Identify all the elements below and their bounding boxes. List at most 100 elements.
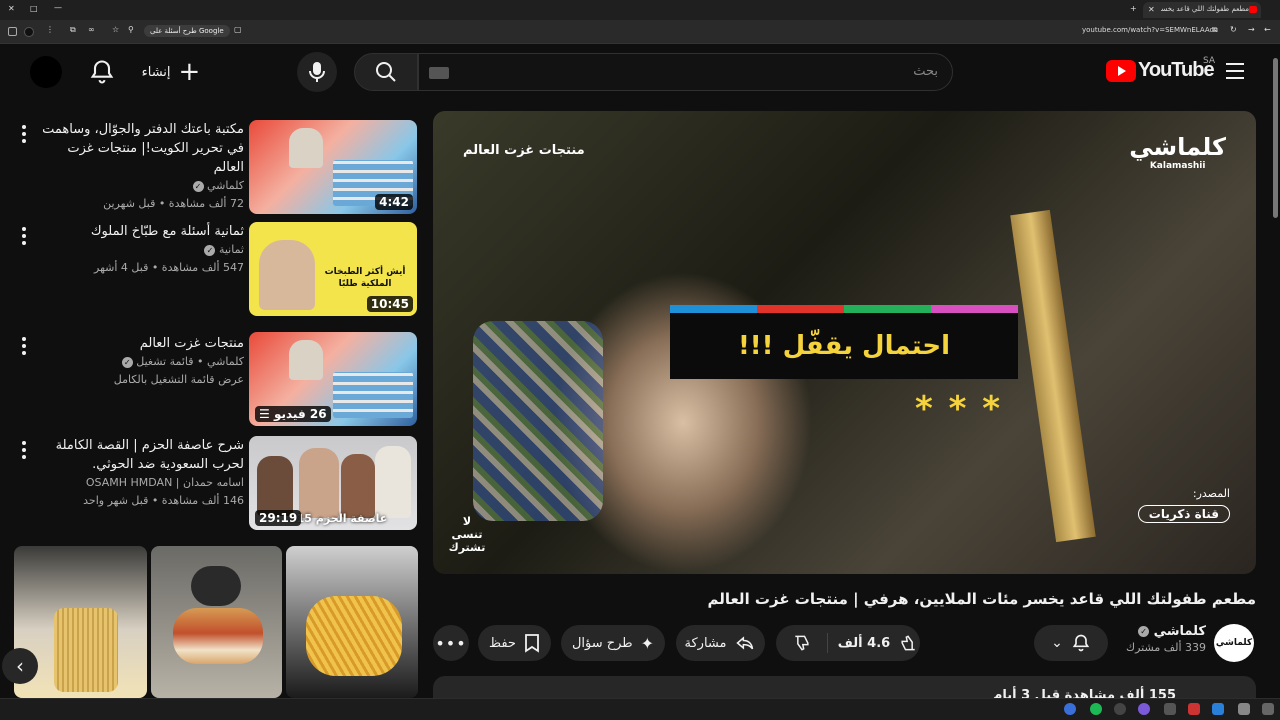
share-icon [736,636,754,650]
video-title-heading: مطعم طفولتك اللي قاعد يخسر مئات الملايين… [707,590,1256,608]
account-avatar[interactable] [30,56,62,88]
youtube-logo-icon[interactable] [1106,60,1136,82]
duration-badge: 4:42 [375,194,413,210]
noodles-image [54,608,118,692]
more-options-icon[interactable] [16,438,32,462]
mail-taskbar-icon[interactable] [1212,703,1224,715]
page-info-icon[interactable]: ▢ [234,25,242,34]
youtube-favicon-icon [1249,6,1257,13]
minimize-icon[interactable]: — [54,3,62,12]
browser-tab-bar: ✕ □ — + ✕ مطعم طفولتك اللي قاعد يخسر [0,0,1280,20]
settings-taskbar-icon[interactable] [1262,703,1274,715]
more-options-icon[interactable] [16,122,32,146]
video-thumbnail[interactable]: أيش أكثر الطبخات الملكية طلبًا 10:45 [249,222,417,316]
short-thumbnail-fries[interactable] [286,546,418,698]
voice-search-button[interactable] [297,52,337,92]
thumbnail-notebooks [333,372,413,418]
url-text[interactable]: youtube.com/watch?v=SEMWnELAAcs [1082,26,1217,34]
video-title[interactable]: مكتبة باعتك الدفتر والجوّال، وساهمت في ت… [38,120,244,177]
search-lens-icon[interactable]: ⚲ [128,25,134,34]
list-item[interactable]: شرح عاصفة الحزم | القصة الكاملة لحرب الس… [14,434,420,532]
playlist-title[interactable]: منتجات غزت العالم [38,334,244,353]
caption-box: احتمال يقفّل !!! [670,313,1018,379]
incognito-icon[interactable]: ∞ [88,25,95,34]
list-item[interactable]: ثمانية أسئلة مع طبّاخ الملوك ثمانية ✓ 54… [14,220,420,318]
ask-question-button[interactable]: طرح سؤال ✦ [561,625,665,661]
view-playlist-link[interactable]: عرض قائمة التشغيل بالكامل [38,371,244,389]
spotify-taskbar-icon[interactable] [1090,703,1102,715]
series-overlay-title: منتجات غزت العالم [463,143,585,158]
more-options-icon[interactable] [16,334,32,358]
short-thumbnail-burger[interactable] [151,546,282,698]
verified-icon: ✓ [192,180,204,192]
site-settings-icon[interactable]: ⧉ [1212,25,1218,35]
thumbnail-caption: أيش أكثر الطبخات الملكية طلبًا [324,267,406,289]
brand-latin: Kalamashii [1149,161,1206,171]
channel-avatar[interactable]: كلماشي [1214,624,1254,662]
app-taskbar-icon[interactable] [1114,703,1126,715]
share-button[interactable]: مشاركة [676,625,765,661]
back-icon[interactable]: ← [1264,25,1271,34]
hamburger-menu-icon[interactable] [1226,63,1244,79]
like-dislike-group: 4.6 ألف [776,625,920,661]
thumbnail-face [259,240,315,310]
save-button[interactable]: حفظ [478,625,551,661]
search-input[interactable]: بحث [418,53,953,91]
files-taskbar-icon[interactable] [1238,703,1250,715]
channel-name[interactable]: كلماشي [207,179,244,192]
discord-taskbar-icon[interactable] [1138,703,1150,715]
forward-icon[interactable]: → [1248,25,1255,34]
scrollbar-thumb[interactable] [1273,58,1278,218]
playlist-icon: ☰ [259,407,270,421]
app2-taskbar-icon[interactable] [1164,703,1176,715]
browser-menu-icon[interactable] [8,27,17,36]
create-button[interactable]: إنشاء + [136,54,206,90]
playlist-thumbnail[interactable]: 26 فيديو ☰ [249,332,417,426]
dislike-button[interactable] [776,633,828,653]
google-ask-chip[interactable]: طرح أسئلة على Google [144,25,230,37]
video-player[interactable]: منتجات غزت العالم كلماشي Kalamashii احتم… [433,111,1256,574]
app3-taskbar-icon[interactable] [1188,703,1200,715]
like-button[interactable]: 4.6 ألف [836,633,920,653]
page-scrollbar[interactable] [1270,44,1280,698]
more-actions-button[interactable]: ••• [433,625,469,661]
video-thumbnail[interactable]: عاصفة الحزم 015 29:19 [249,436,417,530]
carousel-prev-button[interactable]: ‹ [2,648,38,684]
extensions-icon[interactable]: ⋮ [46,25,54,34]
list-item[interactable]: مكتبة باعتك الدفتر والجوّال، وساهمت في ت… [14,118,420,216]
channel-info: كلماشي ✓ 339 ألف مشترك [1110,624,1206,654]
maximize-icon[interactable]: □ [30,4,38,13]
like-count: 4.6 ألف [837,635,891,651]
brand-arabic: كلماشي [1129,133,1226,161]
more-horizontal-icon: ••• [435,633,467,653]
burger-image [173,608,263,664]
close-window-icon[interactable]: ✕ [8,4,15,13]
reload-icon[interactable]: ↻ [1230,25,1237,34]
keyboard-icon[interactable] [429,67,449,79]
list-item[interactable]: منتجات غزت العالم كلماشي • قائمة تشغيل ✓… [14,330,420,428]
subscribed-notifications-button[interactable]: ⌄ [1034,625,1108,661]
verified-icon: ✓ [121,356,133,368]
channel-name-link[interactable]: كلماشي [1154,624,1206,639]
thumbnail-person-1 [257,456,293,516]
bookmark-star-icon[interactable]: ☆ [112,25,119,34]
channel-name[interactable]: اسامه حمدان | OSAMH HMDAN [38,474,244,492]
channel-name[interactable]: ثمانية [219,243,244,256]
thumbnail-caption: عاصفة الحزم 015 [289,512,388,525]
video-thumbnail[interactable]: 4:42 [249,120,417,214]
channel-name[interactable]: كلماشي • قائمة تشغيل [136,355,244,368]
tab-close-icon[interactable]: ✕ [1148,5,1155,14]
search-button[interactable] [354,53,418,91]
video-title[interactable]: شرح عاصفة الحزم | القصة الكاملة لحرب الس… [38,436,244,474]
profile-icon[interactable] [24,27,34,37]
thumbnail-figure [289,128,323,168]
more-options-icon[interactable] [16,224,32,248]
chrome-taskbar-icon[interactable] [1064,703,1076,715]
notifications-bell-icon[interactable] [88,58,120,86]
share-page-icon[interactable]: ⧉ [70,25,76,35]
tab-title: مطعم طفولتك اللي قاعد يخسر [1161,5,1249,13]
video-meta: 146 ألف مشاهدة • قبل شهر واحد [83,494,244,507]
new-tab-button[interactable]: + [1130,4,1137,13]
video-title[interactable]: ثمانية أسئلة مع طبّاخ الملوك [38,222,244,241]
browser-tab[interactable]: ✕ مطعم طفولتك اللي قاعد يخسر [1143,2,1261,18]
